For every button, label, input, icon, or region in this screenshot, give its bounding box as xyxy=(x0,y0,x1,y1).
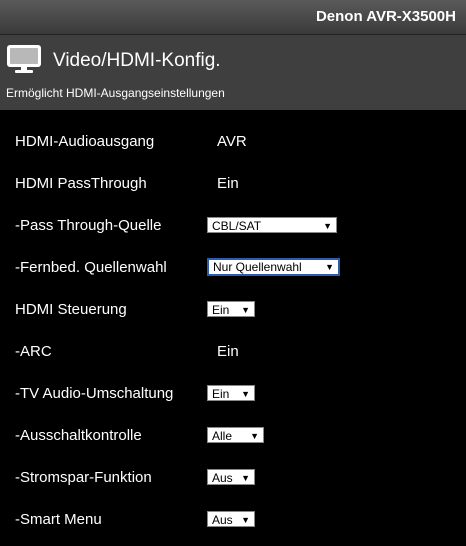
select-value: Alle xyxy=(212,429,233,443)
chevron-down-icon: ▼ xyxy=(241,305,250,315)
chevron-down-icon: ▼ xyxy=(241,473,250,483)
hdmi-control-select[interactable]: Ein ▼ xyxy=(207,301,255,317)
monitor-icon xyxy=(7,45,41,73)
select-value: Ein xyxy=(212,303,230,317)
chevron-down-icon: ▼ xyxy=(241,515,250,525)
select-value: CBL/SAT xyxy=(212,219,262,233)
setting-label: HDMI Steuerung xyxy=(15,301,127,318)
chevron-down-icon: ▼ xyxy=(241,389,250,399)
chevron-down-icon: ▼ xyxy=(325,262,334,272)
power-off-control-select[interactable]: Alle ▼ xyxy=(207,427,264,443)
settings-page: Denon AVR-X3500H Video/HDMI-Konfig. Ermö… xyxy=(0,0,466,546)
setting-hdmi-control: HDMI Steuerung Ein ▼ xyxy=(0,289,466,331)
select-value: Aus xyxy=(212,513,233,527)
setting-label: -Ausschaltkontrolle xyxy=(15,427,142,444)
remote-source-select[interactable]: Nur Quellenwahl ▼ xyxy=(207,258,340,276)
setting-power-off-control: -Ausschaltkontrolle Alle ▼ xyxy=(0,415,466,457)
setting-label: -ARC xyxy=(15,343,52,360)
setting-value: AVR xyxy=(217,133,247,150)
setting-smart-menu: -Smart Menu Aus ▼ xyxy=(0,499,466,541)
setting-arc: -ARC Ein xyxy=(0,331,466,373)
setting-power-saving: -Stromspar-Funktion Aus ▼ xyxy=(0,457,466,499)
section-header: Video/HDMI-Konfig. Ermöglicht HDMI-Ausga… xyxy=(0,35,466,110)
setting-hdmi-passthrough: HDMI PassThrough Ein xyxy=(0,163,466,205)
passthrough-source-select[interactable]: CBL/SAT ▼ xyxy=(207,217,337,233)
power-saving-select[interactable]: Aus ▼ xyxy=(207,469,255,485)
setting-value: Ein xyxy=(217,175,239,192)
chevron-down-icon: ▼ xyxy=(323,221,332,231)
setting-label: -Fernbed. Quellenwahl xyxy=(15,259,167,276)
select-value: Aus xyxy=(212,471,233,485)
setting-label: HDMI PassThrough xyxy=(15,175,147,192)
setting-hdmi-audio-output: HDMI-Audioausgang AVR xyxy=(0,121,466,163)
select-value: Nur Quellenwahl xyxy=(213,260,302,274)
setting-tv-audio-switching: -TV Audio-Umschaltung Ein ▼ xyxy=(0,373,466,415)
top-bar: Denon AVR-X3500H xyxy=(0,0,466,35)
setting-value: Ein xyxy=(217,343,239,360)
setting-label: HDMI-Audioausgang xyxy=(15,133,155,150)
setting-label: -Smart Menu xyxy=(15,511,102,528)
setting-label: -Pass Through-Quelle xyxy=(15,217,162,234)
tv-audio-switching-select[interactable]: Ein ▼ xyxy=(207,385,255,401)
settings-list: HDMI-Audioausgang AVR HDMI PassThrough E… xyxy=(0,121,466,541)
page-title: Video/HDMI-Konfig. xyxy=(53,50,221,71)
chevron-down-icon: ▼ xyxy=(250,431,259,441)
setting-label: -Stromspar-Funktion xyxy=(15,469,152,486)
select-value: Ein xyxy=(212,387,230,401)
device-model: Denon AVR-X3500H xyxy=(315,8,456,25)
setting-passthrough-source: -Pass Through-Quelle CBL/SAT ▼ xyxy=(0,205,466,247)
setting-remote-source-select: -Fernbed. Quellenwahl Nur Quellenwahl ▼ xyxy=(0,247,466,289)
setting-label: -TV Audio-Umschaltung xyxy=(15,385,174,402)
smart-menu-select[interactable]: Aus ▼ xyxy=(207,511,255,527)
page-subtitle: Ermöglicht HDMI-Ausgangseinstellungen xyxy=(6,86,225,100)
